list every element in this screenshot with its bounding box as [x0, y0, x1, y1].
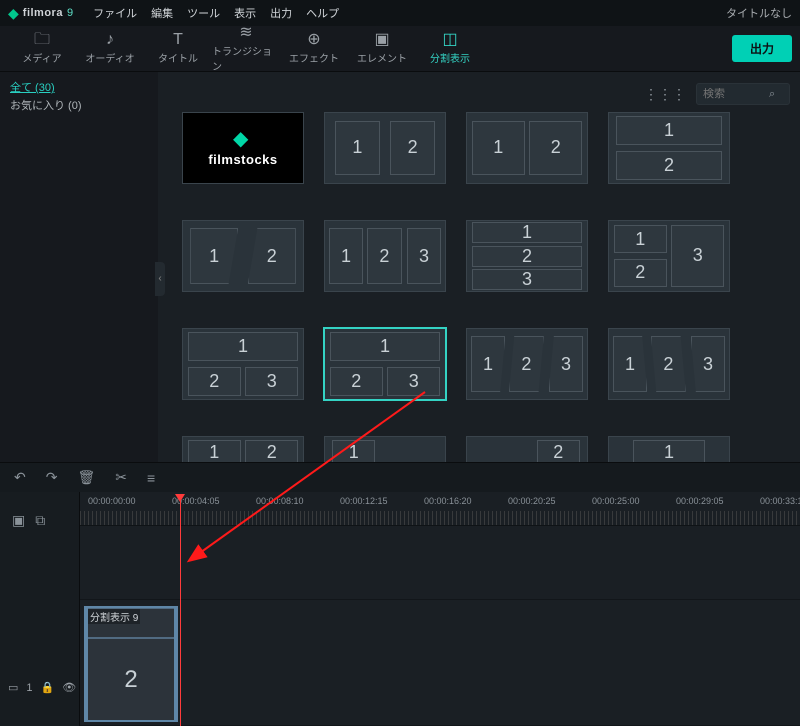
layout-preset[interactable]: 1 2 3	[608, 328, 730, 400]
playhead[interactable]	[180, 494, 181, 726]
link-icon[interactable]: ⧉	[35, 512, 45, 529]
layout-preset[interactable]: 1 2	[182, 220, 304, 292]
sidebar-item-all[interactable]: 全て (30)	[10, 80, 148, 98]
music-icon: ♪	[106, 32, 114, 48]
tab-label: オーディオ	[85, 50, 134, 65]
undo-icon[interactable]: ↶	[14, 469, 26, 486]
timeline-toolbar: ↶ ↷ 🗑 ✂ ≡	[0, 462, 800, 492]
elements-icon: ▣	[374, 32, 389, 48]
delete-icon[interactable]: 🗑	[77, 469, 95, 486]
tab-label: エフェクト	[289, 50, 339, 65]
ruler-ticks	[80, 511, 800, 525]
timeline-clip[interactable]: 分割表示 9 2	[84, 606, 178, 722]
ruler-tick: 00:00:29:05	[676, 496, 724, 506]
folder-icon: 🗀	[34, 32, 50, 48]
titlebar: ◆ filmora 9 ファイル 編集 ツール 表示 出力 ヘルプ タイトルなし	[0, 0, 800, 26]
text-icon: T	[173, 32, 183, 48]
layout-preset[interactable]: 1 2 3	[182, 328, 304, 400]
track-number: 1	[26, 682, 32, 694]
layout-preset[interactable]: 1 2	[182, 436, 304, 462]
menu-edit[interactable]: 編集	[151, 5, 173, 21]
clip-title: 分割表示 9	[88, 609, 140, 624]
preset-grid-area: ⋮⋮⋮ ⌕ filmstocks 1 2 1 2 1 2	[158, 72, 800, 462]
app-version: 9	[67, 7, 73, 19]
ruler-tick: 00:00:00:00	[88, 496, 136, 506]
layout-preset[interactable]: 1	[608, 436, 730, 462]
redo-icon[interactable]: ↷	[46, 469, 58, 486]
category-sidebar: 全て (30) お気に入り (0) ‹	[0, 72, 158, 462]
layout-preset[interactable]: 1 2 3	[466, 328, 588, 400]
lock-icon[interactable]: 🔒	[41, 681, 55, 694]
app-logo: ◆ filmora 9	[8, 5, 73, 22]
layout-preset[interactable]: 1 2 3	[324, 220, 446, 292]
transition-icon: ≋	[239, 25, 252, 41]
ruler-tick: 00:00:25:00	[592, 496, 640, 506]
tab-elements[interactable]: ▣ エレメント	[348, 27, 416, 71]
menu-file[interactable]: ファイル	[93, 5, 137, 21]
tab-label: タイトル	[158, 50, 198, 65]
clip-handle-left[interactable]	[84, 608, 88, 720]
ruler-tick: 00:00:33:10	[760, 496, 800, 506]
logo-icon: ◆	[8, 5, 19, 22]
document-title: タイトルなし	[726, 5, 792, 21]
tab-media[interactable]: 🗀 メディア	[8, 27, 76, 71]
snap-icon[interactable]: ▣	[12, 512, 25, 529]
layout-preset-selected[interactable]: 1 2 3	[324, 328, 446, 400]
track-row[interactable]: 分割表示 9 2	[80, 600, 800, 726]
menu-tools[interactable]: ツール	[187, 5, 220, 21]
search-icon: ⌕	[769, 88, 775, 101]
tab-label: トランジション	[212, 43, 280, 73]
layout-preset[interactable]: 1 2	[608, 112, 730, 184]
search-box[interactable]: ⌕	[696, 83, 790, 105]
layout-preset[interactable]: 1 2 3	[466, 220, 588, 292]
clip-thumbnail: 2	[86, 638, 176, 720]
cube-icon	[231, 130, 255, 150]
split-icon: ◫	[442, 32, 457, 48]
layout-preset[interactable]: 1 2	[466, 112, 588, 184]
app-name: filmora	[23, 7, 63, 19]
menubar: ファイル 編集 ツール 表示 出力 ヘルプ	[93, 5, 339, 21]
grid-view-icon[interactable]: ⋮⋮⋮	[644, 86, 686, 103]
tab-splitscreen[interactable]: ◫ 分割表示	[416, 27, 484, 71]
tab-titles[interactable]: T タイトル	[144, 27, 212, 71]
tab-transitions[interactable]: ≋ トランジション	[212, 27, 280, 71]
timeline-track-header: ▣ ⧉ ▭ 1 🔒 👁	[0, 492, 80, 726]
tab-audio[interactable]: ♪ オーディオ	[76, 27, 144, 71]
timeline: ▣ ⧉ ▭ 1 🔒 👁 00:00:00:0000:00:04:0500:00:…	[0, 492, 800, 726]
ruler-tick: 00:00:08:10	[256, 496, 304, 506]
tab-effects[interactable]: ⊕ エフェクト	[280, 27, 348, 71]
sidebar-item-favorites[interactable]: お気に入り (0)	[10, 98, 148, 116]
clip-handle-right[interactable]	[174, 608, 178, 720]
ruler-tick: 00:00:12:15	[340, 496, 388, 506]
track-controls: ▭ 1 🔒 👁	[8, 681, 76, 694]
track-type-icon: ▭	[8, 681, 18, 694]
timeline-tracks-area[interactable]: 00:00:00:0000:00:04:0500:00:08:1000:00:1…	[80, 492, 800, 726]
timeline-ruler[interactable]: 00:00:00:0000:00:04:0500:00:08:1000:00:1…	[80, 492, 800, 526]
filmstocks-brand: filmstocks	[208, 152, 277, 167]
search-input[interactable]	[703, 88, 763, 100]
tab-label: 分割表示	[430, 50, 470, 65]
ruler-tick: 00:00:16:20	[424, 496, 472, 506]
visibility-icon[interactable]: 👁	[62, 681, 76, 694]
track-row[interactable]	[80, 526, 800, 600]
ruler-tick: 00:00:20:25	[508, 496, 556, 506]
promo-filmstocks[interactable]: filmstocks	[182, 112, 304, 184]
layout-preset[interactable]: 1 2	[324, 112, 446, 184]
tab-label: エレメント	[357, 50, 407, 65]
export-button[interactable]: 出力	[732, 35, 792, 62]
layout-preset[interactable]: 1 2 3	[608, 220, 730, 292]
effects-icon: ⊕	[307, 32, 320, 48]
layout-preset[interactable]: 1	[324, 436, 446, 462]
adjust-icon[interactable]: ≡	[147, 470, 155, 486]
menu-view[interactable]: 表示	[234, 5, 256, 21]
layout-preset[interactable]: 2	[466, 436, 588, 462]
category-tabs: 🗀 メディア ♪ オーディオ T タイトル ≋ トランジション ⊕ エフェクト …	[0, 26, 800, 72]
main-area: 全て (30) お気に入り (0) ‹ ⋮⋮⋮ ⌕ filmstocks 1 2…	[0, 72, 800, 462]
menu-export[interactable]: 出力	[270, 5, 292, 21]
tab-label: メディア	[22, 50, 61, 65]
cut-icon[interactable]: ✂	[115, 469, 127, 486]
menu-help[interactable]: ヘルプ	[306, 5, 339, 21]
